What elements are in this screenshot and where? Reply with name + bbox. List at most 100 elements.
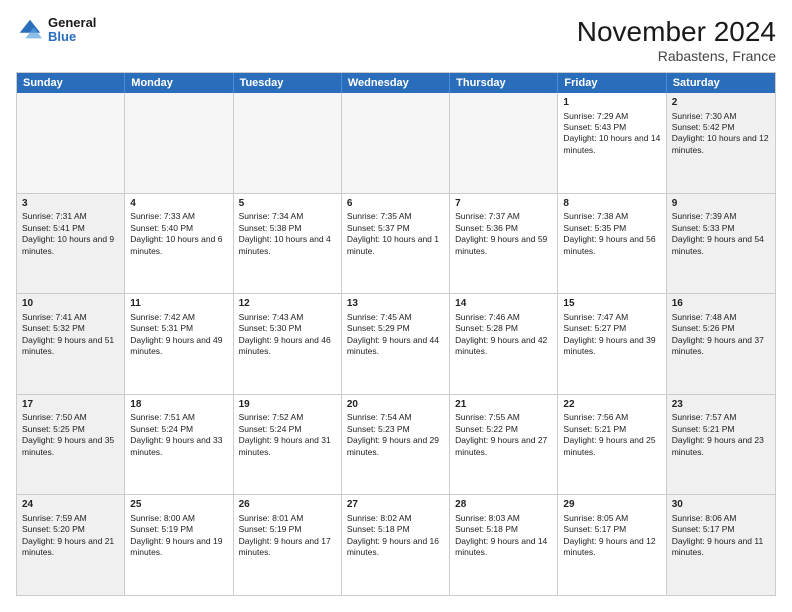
logo-text: General Blue <box>48 16 96 45</box>
calendar-day-cell: 3Sunrise: 7:31 AMSunset: 5:41 PMDaylight… <box>17 194 125 294</box>
sunset-text: Sunset: 5:37 PM <box>347 223 444 234</box>
sunrise-text: Sunrise: 8:06 AM <box>672 513 770 524</box>
sunset-text: Sunset: 5:43 PM <box>563 122 660 133</box>
logo-icon <box>16 16 44 44</box>
daylight-text: Daylight: 9 hours and 29 minutes. <box>347 435 444 458</box>
daylight-text: Daylight: 10 hours and 12 minutes. <box>672 133 770 156</box>
sunset-text: Sunset: 5:22 PM <box>455 424 552 435</box>
calendar-day-cell: 22Sunrise: 7:56 AMSunset: 5:21 PMDayligh… <box>558 395 666 495</box>
sunset-text: Sunset: 5:21 PM <box>563 424 660 435</box>
daylight-text: Daylight: 9 hours and 44 minutes. <box>347 335 444 358</box>
calendar-day-cell: 30Sunrise: 8:06 AMSunset: 5:17 PMDayligh… <box>667 495 775 595</box>
day-number: 20 <box>347 398 444 412</box>
daylight-text: Daylight: 9 hours and 35 minutes. <box>22 435 119 458</box>
calendar-week-row: 3Sunrise: 7:31 AMSunset: 5:41 PMDaylight… <box>17 194 775 295</box>
sunrise-text: Sunrise: 7:42 AM <box>130 312 227 323</box>
sunrise-text: Sunrise: 7:41 AM <box>22 312 119 323</box>
calendar-day-cell: 12Sunrise: 7:43 AMSunset: 5:30 PMDayligh… <box>234 294 342 394</box>
calendar-day-cell: 10Sunrise: 7:41 AMSunset: 5:32 PMDayligh… <box>17 294 125 394</box>
day-number: 13 <box>347 297 444 311</box>
sunrise-text: Sunrise: 8:01 AM <box>239 513 336 524</box>
empty-cell <box>125 93 233 193</box>
sunrise-text: Sunrise: 8:05 AM <box>563 513 660 524</box>
day-number: 14 <box>455 297 552 311</box>
daylight-text: Daylight: 9 hours and 56 minutes. <box>563 234 660 257</box>
calendar-day-cell: 14Sunrise: 7:46 AMSunset: 5:28 PMDayligh… <box>450 294 558 394</box>
daylight-text: Daylight: 9 hours and 46 minutes. <box>239 335 336 358</box>
day-number: 16 <box>672 297 770 311</box>
daylight-text: Daylight: 9 hours and 31 minutes. <box>239 435 336 458</box>
day-number: 9 <box>672 197 770 211</box>
sunrise-text: Sunrise: 7:56 AM <box>563 412 660 423</box>
weekday-header: Wednesday <box>342 73 450 93</box>
sunrise-text: Sunrise: 7:46 AM <box>455 312 552 323</box>
sunset-text: Sunset: 5:24 PM <box>130 424 227 435</box>
calendar-body: 1Sunrise: 7:29 AMSunset: 5:43 PMDaylight… <box>17 93 775 595</box>
page: General Blue November 2024 Rabastens, Fr… <box>0 0 792 612</box>
weekday-header: Tuesday <box>234 73 342 93</box>
sunrise-text: Sunrise: 7:34 AM <box>239 211 336 222</box>
sunrise-text: Sunrise: 7:43 AM <box>239 312 336 323</box>
sunset-text: Sunset: 5:26 PM <box>672 323 770 334</box>
day-number: 23 <box>672 398 770 412</box>
daylight-text: Daylight: 10 hours and 4 minutes. <box>239 234 336 257</box>
logo-line2: Blue <box>48 30 96 44</box>
sunset-text: Sunset: 5:20 PM <box>22 524 119 535</box>
day-number: 4 <box>130 197 227 211</box>
sunset-text: Sunset: 5:19 PM <box>130 524 227 535</box>
calendar-day-cell: 18Sunrise: 7:51 AMSunset: 5:24 PMDayligh… <box>125 395 233 495</box>
sunrise-text: Sunrise: 7:57 AM <box>672 412 770 423</box>
sunrise-text: Sunrise: 7:45 AM <box>347 312 444 323</box>
daylight-text: Daylight: 9 hours and 11 minutes. <box>672 536 770 559</box>
day-number: 29 <box>563 498 660 512</box>
day-number: 21 <box>455 398 552 412</box>
sunset-text: Sunset: 5:30 PM <box>239 323 336 334</box>
day-number: 30 <box>672 498 770 512</box>
calendar-day-cell: 5Sunrise: 7:34 AMSunset: 5:38 PMDaylight… <box>234 194 342 294</box>
location: Rabastens, France <box>577 48 776 64</box>
day-number: 11 <box>130 297 227 311</box>
day-number: 6 <box>347 197 444 211</box>
sunset-text: Sunset: 5:19 PM <box>239 524 336 535</box>
sunrise-text: Sunrise: 7:47 AM <box>563 312 660 323</box>
empty-cell <box>17 93 125 193</box>
day-number: 25 <box>130 498 227 512</box>
sunrise-text: Sunrise: 7:51 AM <box>130 412 227 423</box>
daylight-text: Daylight: 9 hours and 19 minutes. <box>130 536 227 559</box>
day-number: 28 <box>455 498 552 512</box>
calendar-day-cell: 19Sunrise: 7:52 AMSunset: 5:24 PMDayligh… <box>234 395 342 495</box>
daylight-text: Daylight: 9 hours and 42 minutes. <box>455 335 552 358</box>
daylight-text: Daylight: 9 hours and 39 minutes. <box>563 335 660 358</box>
sunset-text: Sunset: 5:33 PM <box>672 223 770 234</box>
calendar-day-cell: 9Sunrise: 7:39 AMSunset: 5:33 PMDaylight… <box>667 194 775 294</box>
month-title: November 2024 <box>577 16 776 48</box>
sunrise-text: Sunrise: 7:37 AM <box>455 211 552 222</box>
calendar-day-cell: 25Sunrise: 8:00 AMSunset: 5:19 PMDayligh… <box>125 495 233 595</box>
day-number: 19 <box>239 398 336 412</box>
sunrise-text: Sunrise: 7:33 AM <box>130 211 227 222</box>
day-number: 12 <box>239 297 336 311</box>
calendar-day-cell: 23Sunrise: 7:57 AMSunset: 5:21 PMDayligh… <box>667 395 775 495</box>
daylight-text: Daylight: 9 hours and 23 minutes. <box>672 435 770 458</box>
day-number: 15 <box>563 297 660 311</box>
day-number: 18 <box>130 398 227 412</box>
sunrise-text: Sunrise: 7:54 AM <box>347 412 444 423</box>
sunrise-text: Sunrise: 8:02 AM <box>347 513 444 524</box>
sunrise-text: Sunrise: 7:39 AM <box>672 211 770 222</box>
sunset-text: Sunset: 5:32 PM <box>22 323 119 334</box>
calendar-day-cell: 29Sunrise: 8:05 AMSunset: 5:17 PMDayligh… <box>558 495 666 595</box>
calendar-day-cell: 24Sunrise: 7:59 AMSunset: 5:20 PMDayligh… <box>17 495 125 595</box>
calendar-day-cell: 28Sunrise: 8:03 AMSunset: 5:18 PMDayligh… <box>450 495 558 595</box>
sunrise-text: Sunrise: 7:48 AM <box>672 312 770 323</box>
calendar-day-cell: 16Sunrise: 7:48 AMSunset: 5:26 PMDayligh… <box>667 294 775 394</box>
day-number: 24 <box>22 498 119 512</box>
sunrise-text: Sunrise: 7:29 AM <box>563 111 660 122</box>
calendar-day-cell: 7Sunrise: 7:37 AMSunset: 5:36 PMDaylight… <box>450 194 558 294</box>
daylight-text: Daylight: 9 hours and 16 minutes. <box>347 536 444 559</box>
sunset-text: Sunset: 5:25 PM <box>22 424 119 435</box>
sunset-text: Sunset: 5:24 PM <box>239 424 336 435</box>
sunrise-text: Sunrise: 7:59 AM <box>22 513 119 524</box>
sunset-text: Sunset: 5:18 PM <box>455 524 552 535</box>
sunrise-text: Sunrise: 7:30 AM <box>672 111 770 122</box>
sunset-text: Sunset: 5:29 PM <box>347 323 444 334</box>
